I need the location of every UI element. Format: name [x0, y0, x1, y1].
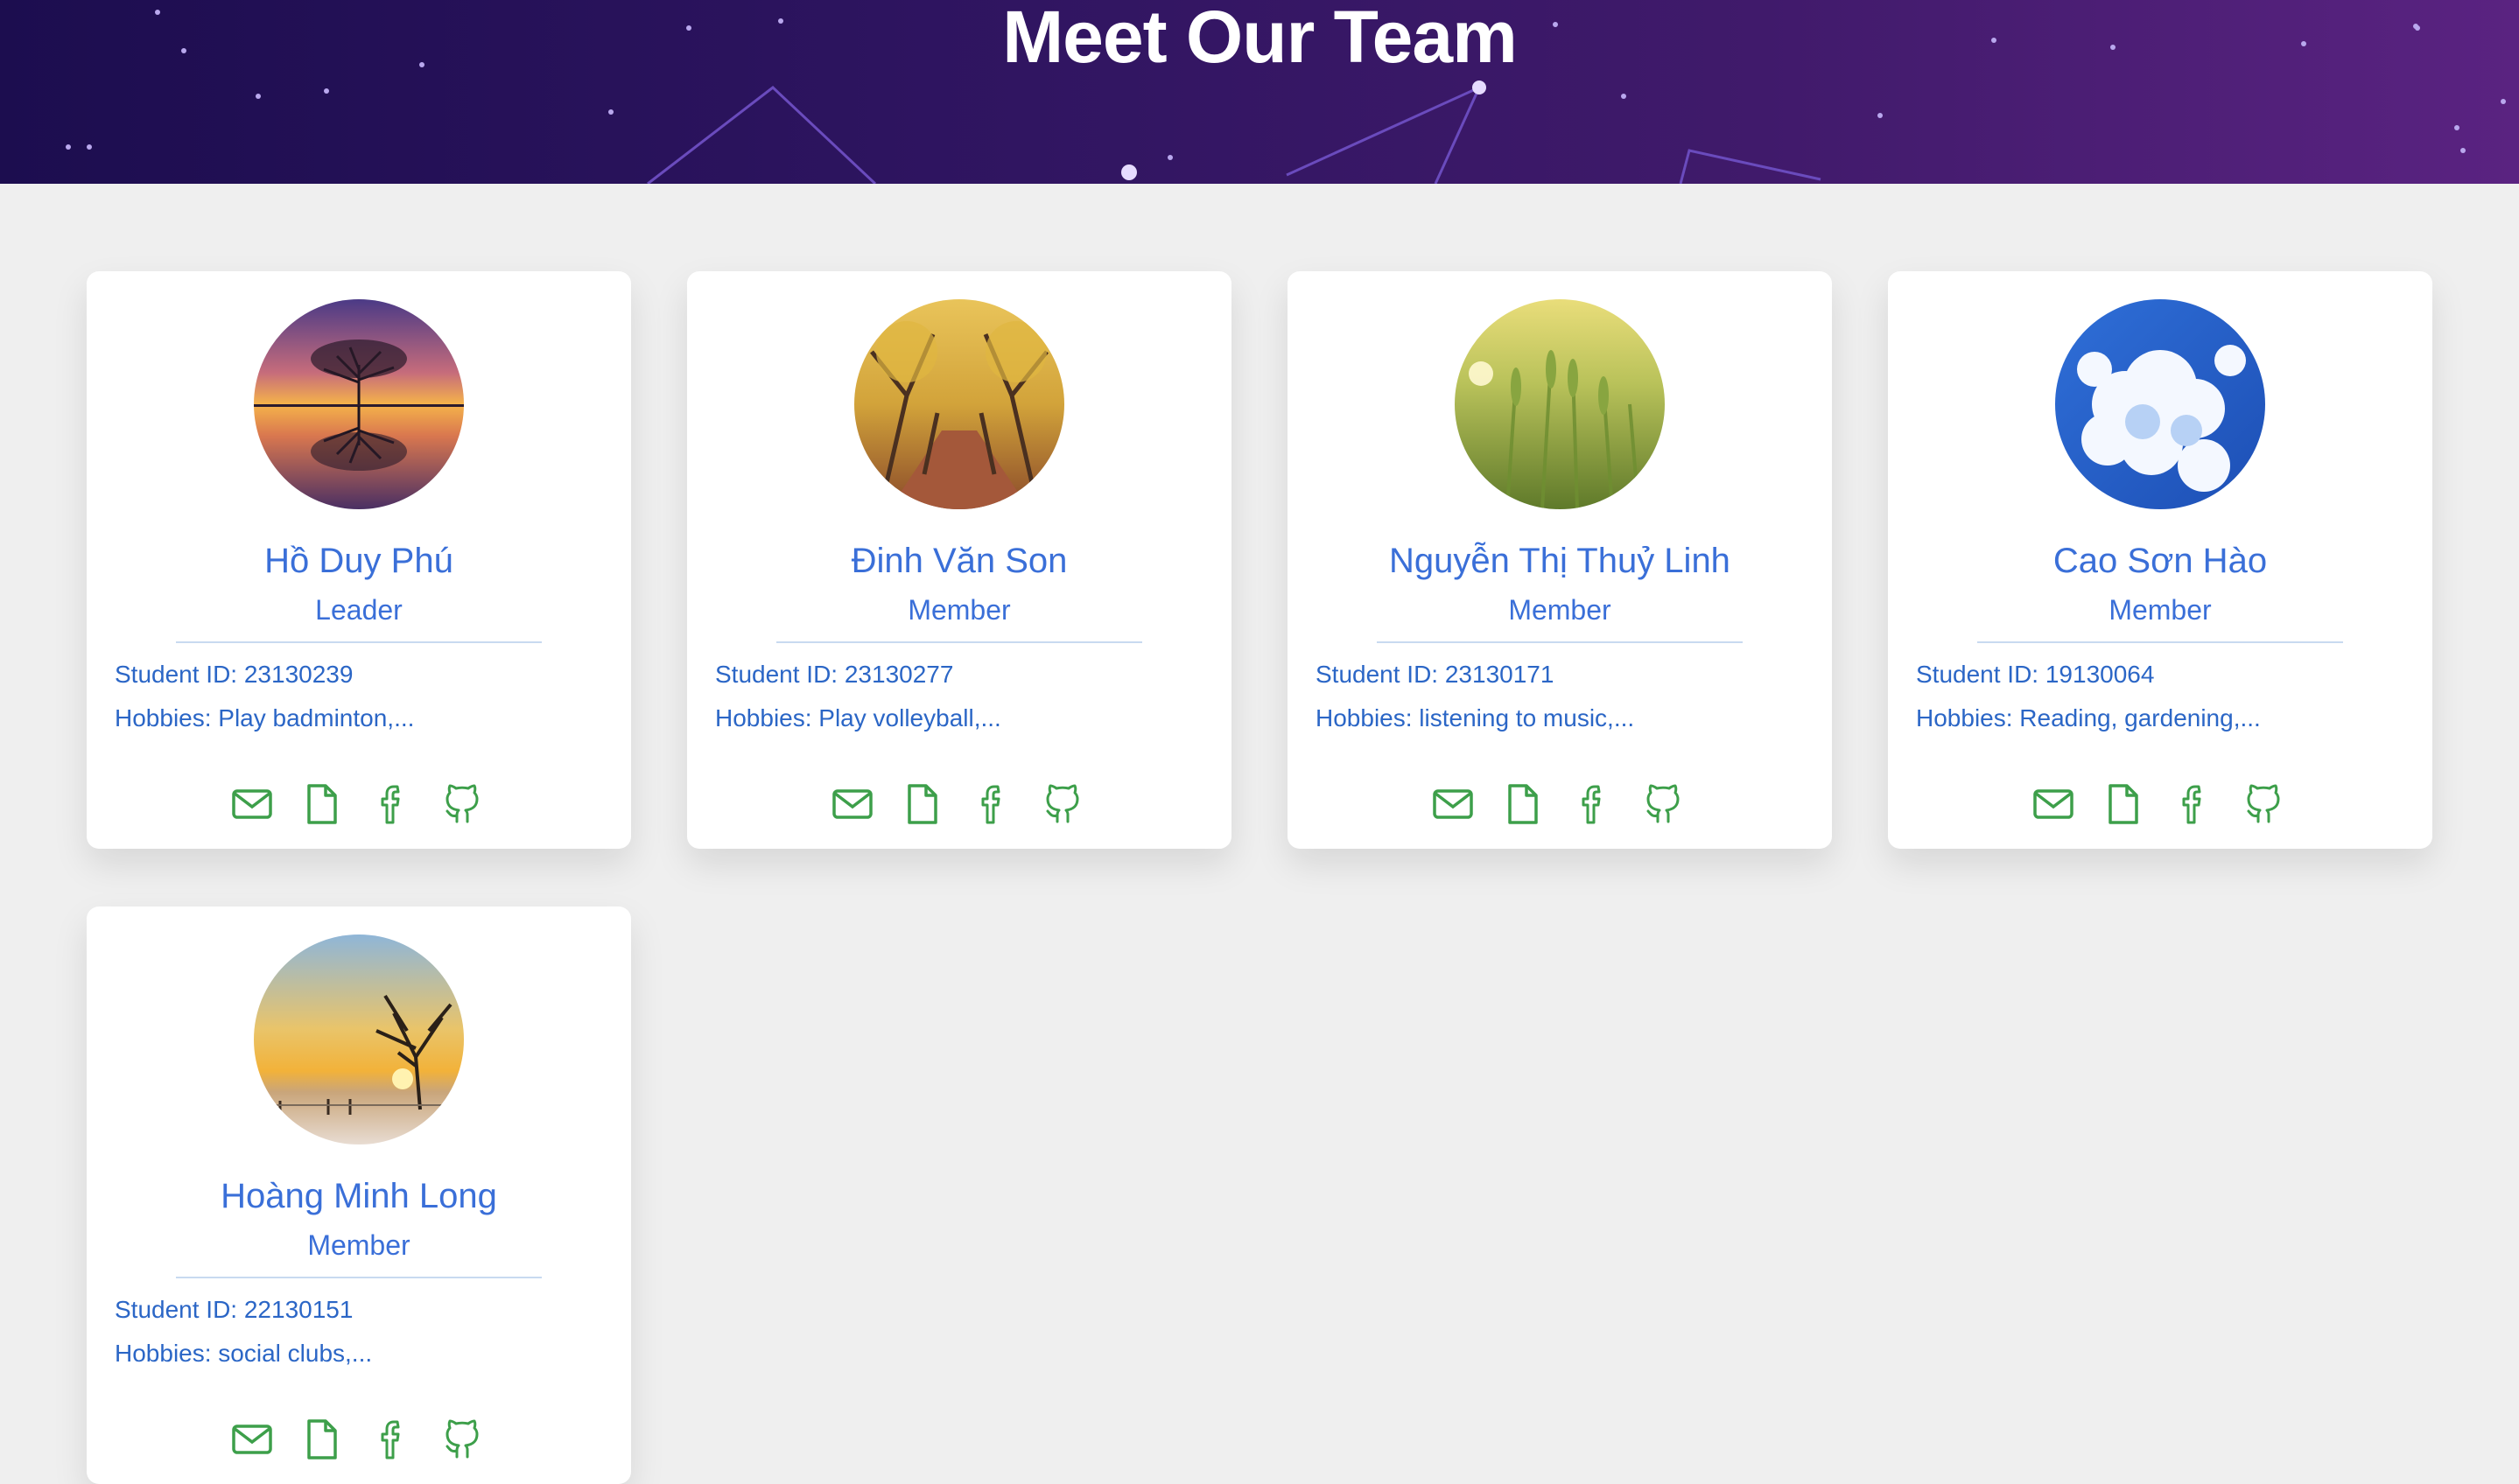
- student-id: Student ID: 22130151: [115, 1296, 354, 1323]
- facebook-icon[interactable]: [368, 780, 416, 828]
- member-role: Member: [2109, 594, 2212, 626]
- document-icon[interactable]: [1499, 780, 1547, 828]
- hobbies: Hobbies: Play badminton,...: [115, 704, 415, 732]
- card-divider: [1977, 641, 2343, 643]
- wheat-field-photo: [1455, 299, 1665, 509]
- member-role: Member: [1508, 594, 1611, 626]
- student-id: Student ID: 23130277: [715, 661, 954, 688]
- document-icon[interactable]: [2100, 780, 2147, 828]
- member-name: Đinh Văn Son: [851, 542, 1068, 580]
- hobbies: Hobbies: Play volleyball,...: [715, 704, 1001, 732]
- document-icon[interactable]: [298, 1416, 346, 1463]
- hobbies: Hobbies: social clubs,...: [115, 1340, 373, 1367]
- card-divider: [776, 641, 1142, 643]
- page-title: Meet Our Team: [1002, 0, 1518, 78]
- member-role: Leader: [315, 594, 403, 626]
- hobbies: Hobbies: listening to music,...: [1316, 704, 1635, 732]
- avatar: [2055, 299, 2265, 509]
- github-icon[interactable]: [1639, 780, 1687, 828]
- winter-tree-photo: [254, 934, 464, 1144]
- social-links: [687, 780, 1231, 828]
- member-role: Member: [307, 1229, 410, 1261]
- social-links: [1288, 780, 1832, 828]
- social-links: [87, 780, 631, 828]
- student-id: Student ID: 19130064: [1916, 661, 2155, 688]
- hobbies: Hobbies: Reading, gardening,...: [1916, 704, 2261, 732]
- student-id: Student ID: 23130171: [1316, 661, 1554, 688]
- facebook-icon[interactable]: [368, 1416, 416, 1463]
- mail-icon[interactable]: [228, 1416, 276, 1463]
- mail-icon[interactable]: [228, 780, 276, 828]
- member-name: Cao Sơn Hào: [2052, 542, 2268, 580]
- hero-banner: Meet Our Team: [0, 0, 2519, 184]
- avatar: [1455, 299, 1665, 509]
- sunset-tree-photo: [254, 299, 464, 509]
- member-name: Hồ Duy Phú: [264, 542, 453, 580]
- github-icon[interactable]: [2240, 780, 2287, 828]
- sky-clouds-photo: [2055, 299, 2265, 509]
- document-icon[interactable]: [899, 780, 946, 828]
- team-member-card: Đinh Văn Son Member Student ID: 23130277…: [687, 271, 1231, 849]
- github-icon[interactable]: [1039, 780, 1086, 828]
- document-icon[interactable]: [298, 780, 346, 828]
- avatar: [854, 299, 1064, 509]
- member-role: Member: [908, 594, 1011, 626]
- autumn-path-photo: [854, 299, 1064, 509]
- social-links: [87, 1416, 631, 1463]
- avatar: [254, 934, 464, 1144]
- github-icon[interactable]: [439, 1416, 486, 1463]
- mail-icon[interactable]: [2030, 780, 2077, 828]
- github-icon[interactable]: [439, 780, 486, 828]
- card-divider: [176, 1277, 542, 1278]
- facebook-icon[interactable]: [969, 780, 1016, 828]
- student-id: Student ID: 23130239: [115, 661, 354, 688]
- card-divider: [176, 641, 542, 643]
- member-name: Hoàng Minh Long: [221, 1177, 497, 1215]
- avatar: [254, 299, 464, 509]
- team-member-card: Cao Sơn Hào Member Student ID: 19130064 …: [1888, 271, 2432, 849]
- card-divider: [1377, 641, 1743, 643]
- mail-icon[interactable]: [1429, 780, 1477, 828]
- member-name: Nguyễn Thị Thuỷ Linh: [1389, 542, 1730, 580]
- team-member-card: Hồ Duy Phú Leader Student ID: 23130239 H…: [87, 271, 631, 849]
- social-links: [1888, 780, 2432, 828]
- facebook-icon[interactable]: [1569, 780, 1617, 828]
- team-member-card: Nguyễn Thị Thuỷ Linh Member Student ID: …: [1288, 271, 1832, 849]
- team-member-card: Hoàng Minh Long Member Student ID: 22130…: [87, 906, 631, 1484]
- facebook-icon[interactable]: [2170, 780, 2217, 828]
- mail-icon[interactable]: [829, 780, 876, 828]
